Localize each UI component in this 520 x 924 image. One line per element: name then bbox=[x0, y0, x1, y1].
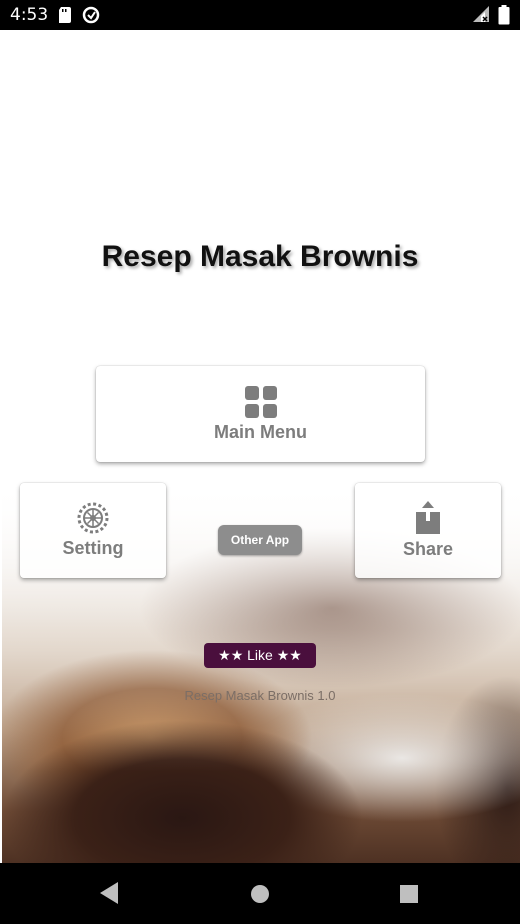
setting-label: Setting bbox=[62, 538, 124, 558]
signal-icon bbox=[472, 5, 490, 30]
like-button[interactable]: ★★ Like ★★ bbox=[204, 643, 316, 668]
grid-icon bbox=[244, 385, 277, 418]
status-bar: 4:53 bbox=[0, 0, 520, 30]
other-app-button[interactable]: Other App bbox=[218, 525, 302, 555]
main-menu-button[interactable]: Main Menu bbox=[96, 366, 425, 462]
gear-icon bbox=[77, 502, 109, 534]
sync-icon bbox=[82, 6, 100, 24]
status-time: 4:53 bbox=[10, 5, 49, 25]
app-title: Resep Masak Brownis bbox=[101, 240, 419, 273]
battery-icon bbox=[498, 5, 510, 30]
version-text: Resep Masak Brownis 1.0 bbox=[184, 688, 336, 703]
share-label: Share bbox=[402, 539, 454, 559]
app-content: Resep Masak Brownis Main Menu Setting Ot… bbox=[0, 30, 520, 893]
share-icon bbox=[416, 501, 440, 534]
home-icon[interactable] bbox=[250, 884, 270, 909]
setting-button[interactable]: Setting bbox=[20, 483, 166, 578]
recents-icon[interactable] bbox=[399, 884, 419, 909]
main-menu-label: Main Menu bbox=[214, 421, 307, 442]
sd-card-icon bbox=[58, 7, 72, 23]
share-button[interactable]: Share bbox=[355, 483, 501, 578]
back-icon[interactable] bbox=[98, 881, 120, 910]
navigation-bar bbox=[0, 863, 520, 924]
